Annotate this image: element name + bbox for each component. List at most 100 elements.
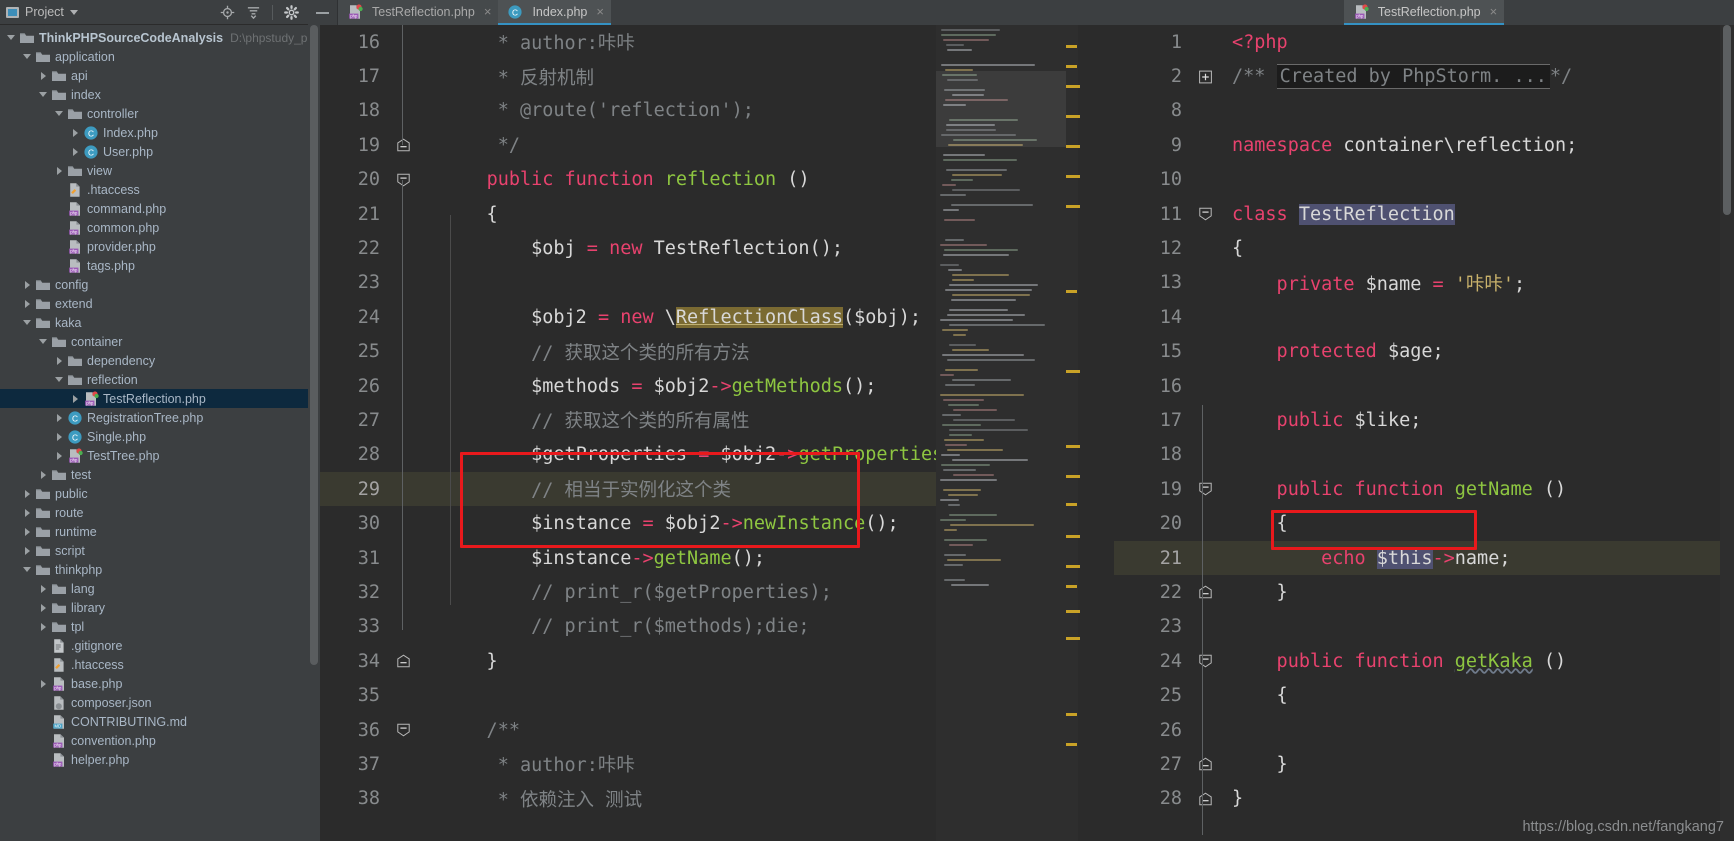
fold-gutter[interactable]: [1192, 94, 1216, 128]
marker-stripe-tick[interactable]: [1066, 565, 1080, 568]
fold-gutter[interactable]: [1192, 610, 1216, 644]
code-line[interactable]: 20 {: [1114, 506, 1720, 540]
code-line[interactable]: 24 public function getKaka (): [1114, 644, 1720, 678]
tree-item-route[interactable]: route: [0, 503, 308, 522]
tree-item-command-php[interactable]: php command.php: [0, 199, 308, 218]
tree-item-script[interactable]: script: [0, 541, 308, 560]
code-line[interactable]: 8: [1114, 94, 1720, 128]
fold-gutter[interactable]: [1192, 678, 1216, 712]
fold-gutter[interactable]: [390, 644, 414, 678]
code-line[interactable]: 37 * author:咔咔: [320, 747, 936, 781]
tree-item-helper-php[interactable]: php helper.php: [0, 750, 308, 769]
chevron-right-icon[interactable]: [54, 355, 65, 366]
marker-stripe-tick[interactable]: [1066, 45, 1077, 48]
minimap-viewport[interactable]: [936, 71, 1066, 147]
fold-gutter[interactable]: [390, 782, 414, 816]
code-line[interactable]: 27 }: [1114, 747, 1720, 781]
tree-item-dependency[interactable]: dependency: [0, 351, 308, 370]
editor-tabbar-right[interactable]: php TestReflection.php ×: [1114, 0, 1734, 25]
code-line[interactable]: 17 public $like;: [1114, 403, 1720, 437]
tree-item--htaccess[interactable]: .htaccess: [0, 655, 308, 674]
fold-gutter[interactable]: [390, 747, 414, 781]
code-line[interactable]: 24 $obj2 = new \ReflectionClass($obj);: [320, 300, 936, 334]
code-line[interactable]: 22 $obj = new TestReflection();: [320, 231, 936, 265]
tree-item-test[interactable]: test: [0, 465, 308, 484]
fold-gutter[interactable]: [1192, 197, 1216, 231]
chevron-right-icon[interactable]: [38, 678, 49, 689]
code-line[interactable]: 38 * 依赖注入 测试: [320, 782, 936, 816]
chevron-down-icon[interactable]: [22, 317, 33, 328]
fold-arrowdown-icon[interactable]: [1199, 482, 1212, 496]
code-line[interactable]: 18 * @route('reflection');: [320, 94, 936, 128]
tree-item-controller[interactable]: controller: [0, 104, 308, 123]
fold-gutter[interactable]: [1192, 266, 1216, 300]
chevron-right-icon[interactable]: [22, 526, 33, 537]
marker-stripe-tick[interactable]: [1066, 535, 1080, 538]
code-line[interactable]: 35: [320, 678, 936, 712]
fold-gutter[interactable]: [1192, 369, 1216, 403]
collapse-all-icon[interactable]: [246, 5, 261, 20]
hide-tool-window-button[interactable]: [308, 0, 338, 25]
left-editor-scroll-thumb[interactable]: [310, 25, 318, 665]
chevron-right-icon[interactable]: [38, 469, 49, 480]
chevron-down-icon[interactable]: [22, 51, 33, 62]
fold-gutter[interactable]: [1192, 163, 1216, 197]
chevron-down-icon[interactable]: [22, 564, 33, 575]
tree-item-view[interactable]: view: [0, 161, 308, 180]
code-line[interactable]: 13 private $name = '咔咔';: [1114, 266, 1720, 300]
chevron-right-icon[interactable]: [54, 431, 65, 442]
code-line[interactable]: 19 public function getName (): [1114, 472, 1720, 506]
project-panel-actions[interactable]: [220, 4, 302, 20]
chevron-right-icon[interactable]: [54, 450, 65, 461]
tree-item-lang[interactable]: lang: [0, 579, 308, 598]
fold-minus-icon[interactable]: [1199, 757, 1212, 771]
code-line[interactable]: 31 $instance->getName();: [320, 541, 936, 575]
tree-item-single-php[interactable]: C Single.php: [0, 427, 308, 446]
tree-item-library[interactable]: library: [0, 598, 308, 617]
fold-gutter[interactable]: [1192, 575, 1216, 609]
tree-item-common-php[interactable]: php common.php: [0, 218, 308, 237]
close-tab-icon[interactable]: ×: [596, 5, 604, 18]
code-line[interactable]: 32 // print_r($getProperties);: [320, 575, 936, 609]
left-marker-stripe[interactable]: [1066, 25, 1080, 841]
code-line[interactable]: 26: [1114, 713, 1720, 747]
chevron-down-icon[interactable]: [69, 9, 78, 15]
chevron-down-icon[interactable]: [54, 108, 65, 119]
editor-tab-index-php[interactable]: C Index.php ×: [498, 0, 611, 25]
code-line[interactable]: 23: [1114, 610, 1720, 644]
code-line[interactable]: 18: [1114, 438, 1720, 472]
code-line[interactable]: 12 {: [1114, 231, 1720, 265]
tree-item-tpl[interactable]: tpl: [0, 617, 308, 636]
code-line[interactable]: 14: [1114, 300, 1720, 334]
tree-item-provider-php[interactable]: php provider.php: [0, 237, 308, 256]
code-line[interactable]: 36 /**: [320, 713, 936, 747]
chevron-right-icon[interactable]: [38, 583, 49, 594]
code-line[interactable]: 23: [320, 266, 936, 300]
marker-stripe-tick[interactable]: [1066, 637, 1080, 640]
marker-stripe-tick[interactable]: [1066, 585, 1077, 588]
project-tool-window[interactable]: Project ThinkPHPSourceCodeAnalysis D:\ph…: [0, 0, 308, 841]
chevron-right-icon[interactable]: [38, 621, 49, 632]
tree-item-contributing-md[interactable]: MD CONTRIBUTING.md: [0, 712, 308, 731]
fold-arrowdown-icon[interactable]: [1199, 654, 1212, 668]
fold-minus-icon[interactable]: [1199, 792, 1212, 806]
fold-minus-icon[interactable]: [397, 138, 410, 152]
project-file-tree[interactable]: ThinkPHPSourceCodeAnalysis D:\phpstudy_pr…: [0, 25, 308, 769]
code-line[interactable]: 21 {: [320, 197, 936, 231]
chevron-right-icon[interactable]: [70, 393, 81, 404]
chevron-down-icon[interactable]: [6, 32, 17, 43]
code-line[interactable]: 15 protected $age;: [1114, 335, 1720, 369]
code-line[interactable]: 17 * 反射机制: [320, 59, 936, 93]
fold-gutter[interactable]: [1192, 25, 1216, 59]
right-editor-scroll-thumb[interactable]: [1723, 25, 1731, 215]
tree-item-thinkphp[interactable]: thinkphp: [0, 560, 308, 579]
tree-item-user-php[interactable]: C User.php: [0, 142, 308, 161]
editor-pane-left[interactable]: 16 * author:咔咔 17 * 反射机制 18 * @route('refl…: [308, 25, 1114, 841]
chevron-down-icon[interactable]: [38, 89, 49, 100]
code-line[interactable]: 2 /** Created by PhpStorm. ... */: [1114, 59, 1720, 93]
tree-item-container[interactable]: container: [0, 332, 308, 351]
code-line[interactable]: 29 // 相当于实例化这个类: [320, 472, 936, 507]
marker-stripe-tick[interactable]: [1066, 115, 1080, 118]
code-line[interactable]: 33 // print_r($methods);die;: [320, 610, 936, 644]
fold-gutter[interactable]: [1192, 472, 1216, 506]
